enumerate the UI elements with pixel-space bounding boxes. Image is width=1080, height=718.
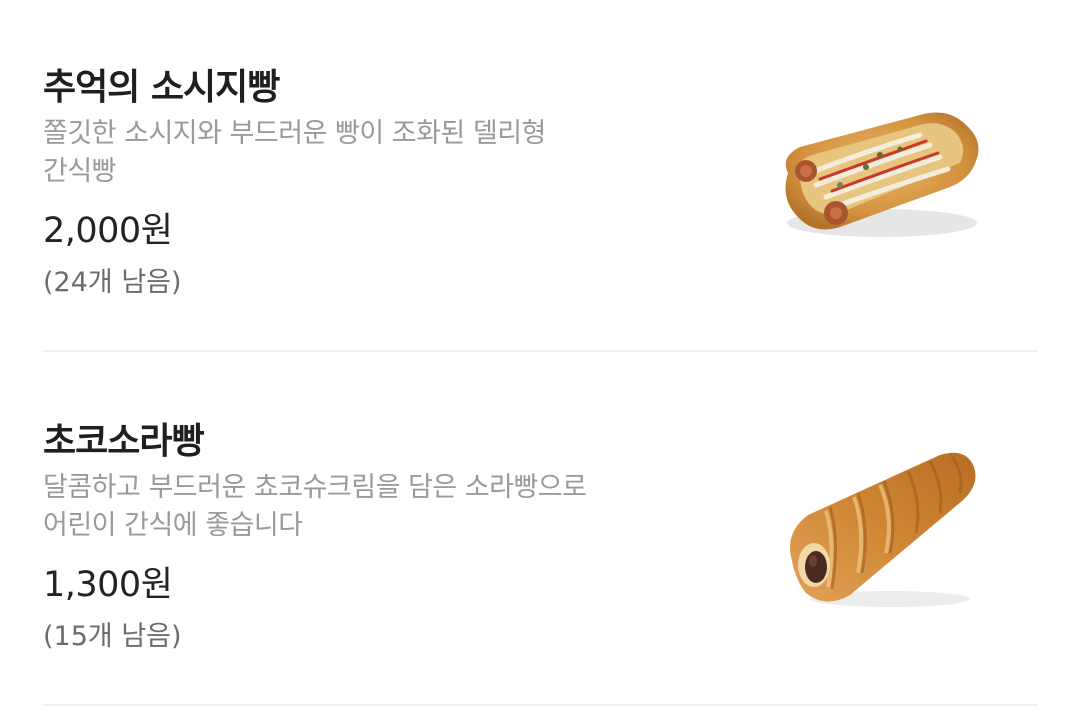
item-divider xyxy=(43,350,1038,352)
product-image-sausage-bread[interactable] xyxy=(770,95,990,255)
product-stock: (15개 남음) xyxy=(43,621,182,652)
item-divider xyxy=(43,704,1038,706)
product-item-sausage-bread[interactable]: 추억의 소시지빵 쫄깃한 소시지와 부드러운 빵이 조화된 델리형 간식빵 2,… xyxy=(0,0,1080,354)
product-description: 쫄깃한 소시지와 부드러운 빵이 조화된 델리형 간식빵 xyxy=(43,115,683,191)
product-description-line: 쫄깃한 소시지와 부드러운 빵이 조화된 델리형 xyxy=(43,118,546,149)
product-name: 초코소라빵 xyxy=(43,421,205,462)
product-stock: (24개 남음) xyxy=(43,267,182,298)
product-price: 1,300원 xyxy=(43,565,173,605)
product-price: 2,000원 xyxy=(43,211,173,251)
product-item-choco-cornet[interactable]: 초코소라빵 달콤하고 부드러운 쵸코슈크림을 담은 소라빵으로 어린이 간식에 … xyxy=(0,354,1080,708)
product-image-choco-cornet[interactable] xyxy=(770,449,990,609)
product-description: 달콤하고 부드러운 쵸코슈크림을 담은 소라빵으로 어린이 간식에 좋습니다 xyxy=(43,469,683,545)
product-description-line: 어린이 간식에 좋습니다 xyxy=(43,510,303,541)
product-description-line: 간식빵 xyxy=(43,156,117,187)
product-list: 추억의 소시지빵 쫄깃한 소시지와 부드러운 빵이 조화된 델리형 간식빵 2,… xyxy=(0,0,1080,718)
product-name: 추억의 소시지빵 xyxy=(43,67,280,108)
product-description-line: 달콤하고 부드러운 쵸코슈크림을 담은 소라빵으로 xyxy=(43,472,587,503)
